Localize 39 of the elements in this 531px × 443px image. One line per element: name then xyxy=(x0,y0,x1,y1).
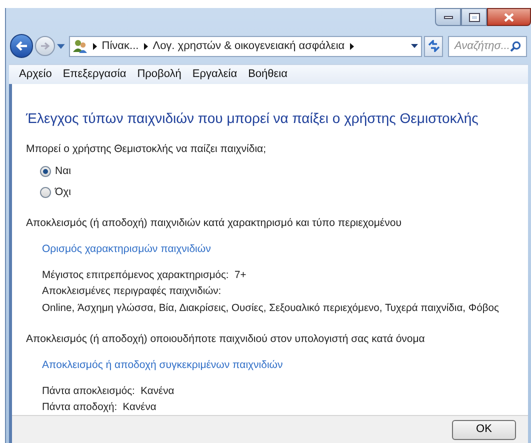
radio-button[interactable] xyxy=(40,166,51,178)
settings-link[interactable]: Αποκλεισμός ή αποδοχή συγκεκριμένων παιχνιδιών xyxy=(42,358,283,371)
radio-label: Ναι xyxy=(55,164,71,179)
section-title: Αποκλεισμός (ή αποδοχή) παιχνιδιών κατά χαρακτηρισμό και τύπο περιεχομένου xyxy=(26,216,402,232)
section-title: Αποκλεισμός (ή αποδοχή) οποιουδήποτε παιχνιδιού στον υπολογιστή σας κατά όνομα xyxy=(26,332,426,348)
info-text: Μέγιστος επιτρεπόμενος χαρακτηρισμός: 7+ xyxy=(42,268,248,283)
question-label: Μπορεί ο χρήστης Θεμιστοκλής να παίζει παιχνίδια; xyxy=(26,142,268,157)
radio-button[interactable] xyxy=(40,186,51,198)
info-text: Πάντα αποκλεισμός: Κανένα xyxy=(42,384,176,399)
info-text: Online, Άσχημη γλώσσα, Βία, Διακρίσεις, Ουσίες, Σεξουαλικό περιεχόμενο, Τυχερά παιχνίδια, Φόβος xyxy=(42,302,500,316)
search-icon xyxy=(510,40,521,52)
users-icon xyxy=(72,39,88,53)
maximize-button[interactable] xyxy=(461,8,487,26)
address-field[interactable]: Πίνακ... Λογ. χρηστών & οικογενειακή ασφάλεια xyxy=(68,36,422,56)
menu-item[interactable]: Προβολή xyxy=(137,66,182,83)
breadcrumb-item[interactable]: Λογ. χρηστών & οικογενειακή ασφάλεια xyxy=(152,38,345,54)
menu-item[interactable]: Αρχείο xyxy=(19,66,52,83)
info-text: Πάντα αποδοχή: Κανένα xyxy=(42,401,158,415)
radio-label: Όχι xyxy=(55,184,71,200)
menu-item[interactable]: Εργαλεία xyxy=(192,66,238,83)
info-text: Αποκλεισμένες περιγραφές παιχνιδιών: xyxy=(42,285,222,300)
ok-button[interactable]: OK xyxy=(452,420,516,440)
breadcrumb-item[interactable]: Πίνακ... xyxy=(102,38,139,54)
menu-item[interactable]: Επεξεργασία xyxy=(62,66,126,83)
dropdown-caret-icon[interactable] xyxy=(410,44,418,48)
back-button[interactable] xyxy=(10,34,34,58)
close-icon xyxy=(504,12,514,22)
close-button[interactable] xyxy=(487,8,531,26)
refresh-button[interactable] xyxy=(424,36,444,56)
settings-link[interactable]: Ορισμός χαρακτηρισμών παιχνιδιών xyxy=(42,243,211,255)
chevron-right-icon xyxy=(144,42,148,50)
minimize-button[interactable] xyxy=(435,8,461,26)
refresh-arrows-icon xyxy=(428,40,440,52)
arrow-right-icon xyxy=(40,42,50,50)
page-heading: Έλεγχος τύπων παιχνιδιών που μπορεί να παίξει ο χρήστης Θεμιστοκλής xyxy=(26,109,480,128)
chevron-right-icon xyxy=(92,42,97,50)
menu-item[interactable]: Βοήθεια xyxy=(248,66,288,83)
chevron-right-icon xyxy=(350,42,354,50)
arrow-left-icon xyxy=(16,41,28,51)
